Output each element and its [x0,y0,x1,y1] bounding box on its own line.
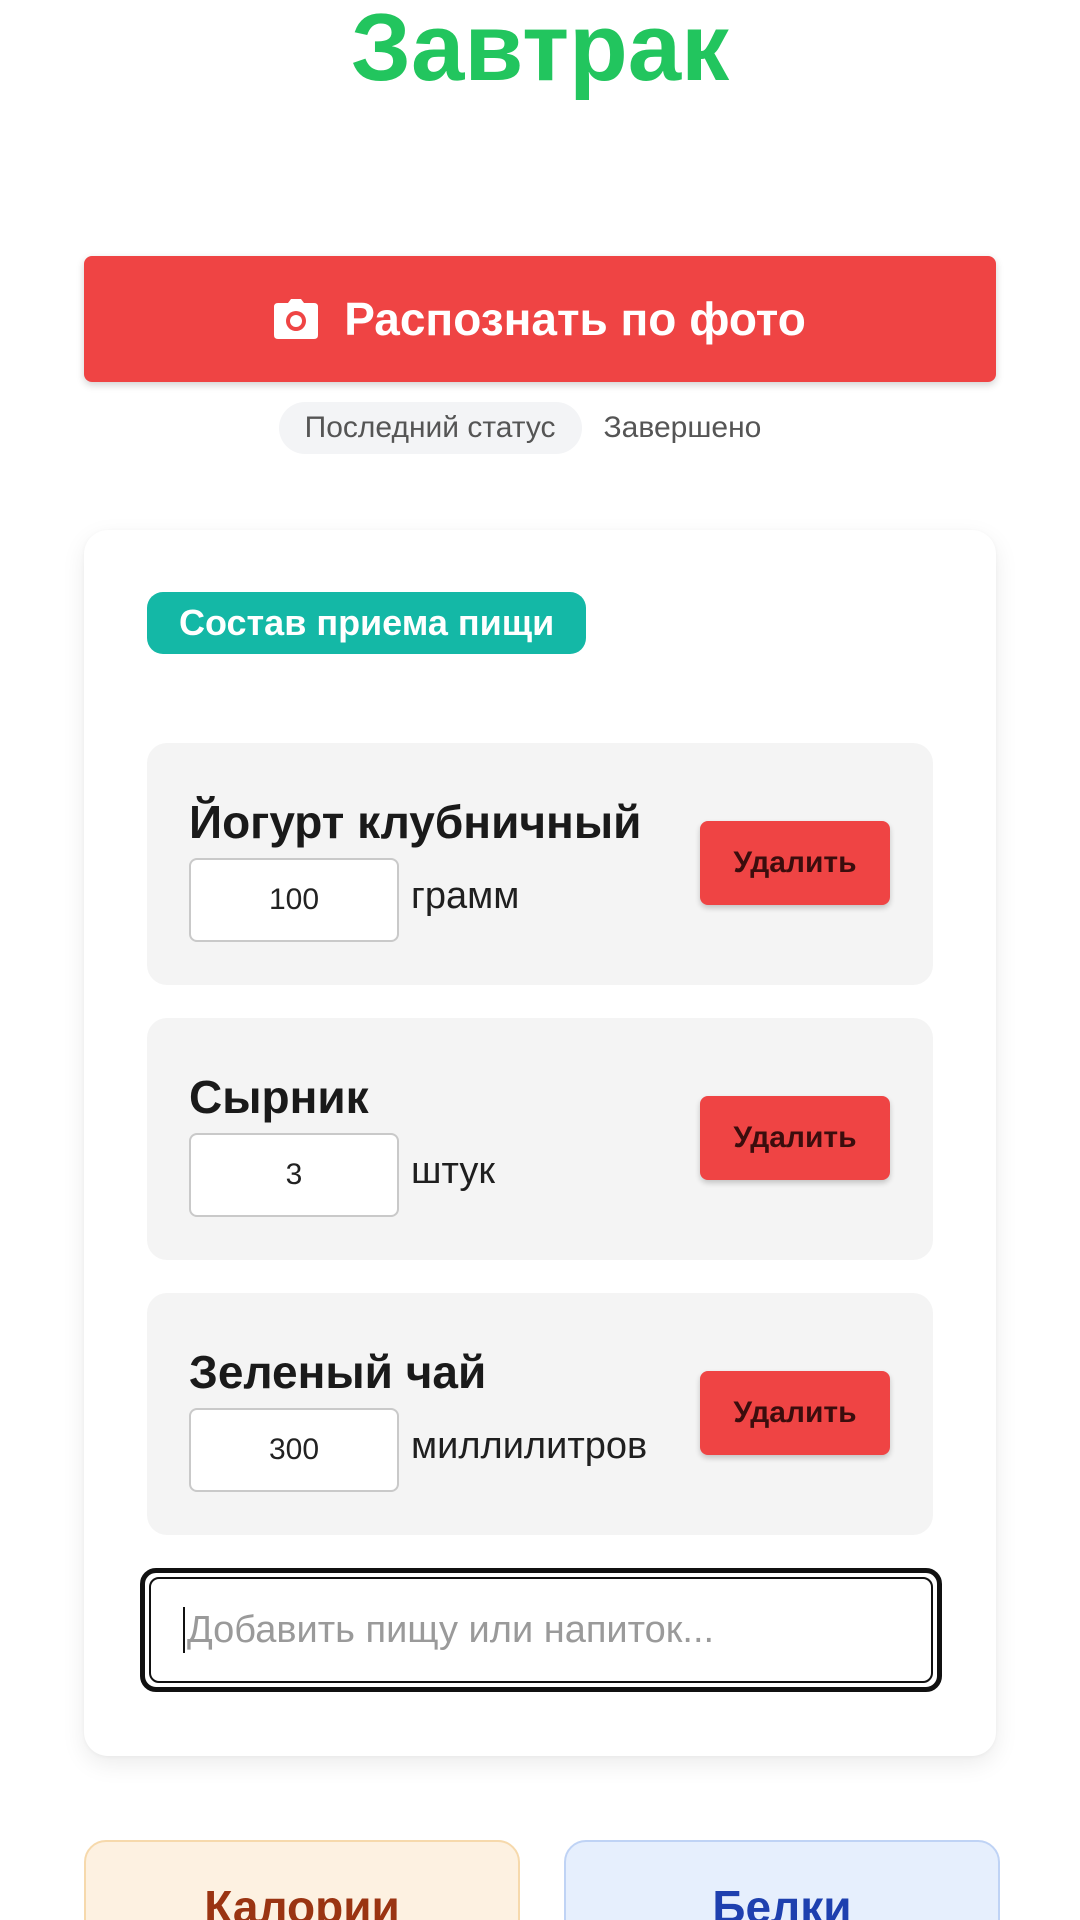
add-food-placeholder: Добавить пищу или напиток... [187,1608,715,1651]
text-caret [183,1607,185,1653]
food-item: Сырник 3 штук Удалить [147,1018,933,1260]
protein-label: Белки [712,1881,852,1920]
unit-label: штук [411,1150,495,1192]
recognize-photo-button[interactable]: Распознать по фото [84,256,996,382]
quantity-input[interactable]: 100 [189,858,399,942]
meal-card: Состав приема пищи Йогурт клубничный 100… [84,530,996,1756]
calories-label: Калории [204,1881,400,1920]
status-value: Завершено [603,411,762,444]
food-item: Зеленый чай 300 миллилитров Удалить [147,1293,933,1535]
add-food-input[interactable]: Добавить пищу или напиток... [140,1568,942,1692]
food-item-name: Сырник [189,1071,369,1123]
add-food-input-inner[interactable]: Добавить пищу или напиток... [149,1577,933,1683]
delete-button[interactable]: Удалить [700,821,890,905]
food-item: Йогурт клубничный 100 грамм Удалить [147,743,933,985]
unit-label: миллилитров [411,1425,648,1467]
quantity-input[interactable]: 3 [189,1133,399,1217]
food-item-name: Йогурт клубничный [189,796,642,848]
recognize-photo-label: Распознать по фото [344,293,806,345]
status-label: Последний статус [278,402,582,454]
quantity-input[interactable]: 300 [189,1408,399,1492]
page: Завтрак Распознать по фото Последний ста… [0,0,1080,1920]
page-title: Завтрак [350,0,730,101]
meal-composition-badge: Состав приема пищи [147,592,587,654]
delete-button[interactable]: Удалить [700,1371,890,1455]
unit-label: грамм [411,875,520,917]
food-item-name: Зеленый чай [189,1346,487,1398]
protein-card: Белки [564,1840,1000,1920]
calories-card: Калории [84,1840,520,1920]
camera-icon [274,299,319,339]
status-row: Последний статус Завершено [0,402,1060,454]
delete-button[interactable]: Удалить [700,1096,890,1180]
